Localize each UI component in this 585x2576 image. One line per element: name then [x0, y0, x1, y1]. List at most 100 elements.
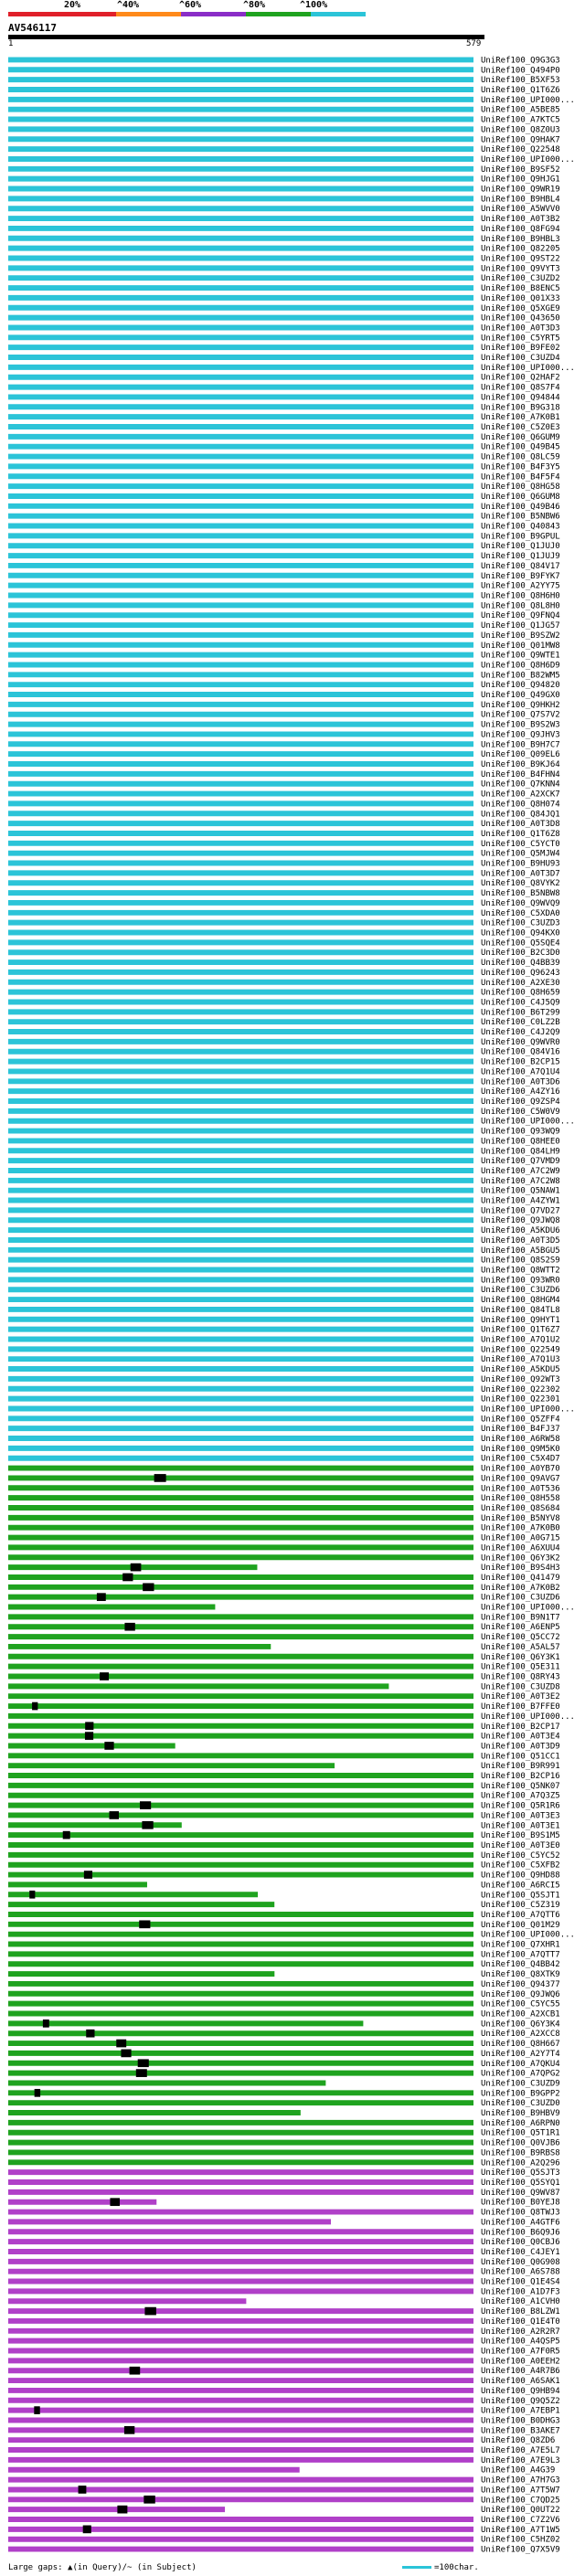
hit-row[interactable]: UniRef100_B9S1M5 [8, 1830, 560, 1840]
hit-row[interactable]: UniRef100_Q9WV87 [8, 2189, 560, 2198]
hit-label[interactable]: UniRef100_A0G715 [481, 1534, 560, 1543]
hit-label[interactable]: UniRef100_Q49B45 [481, 443, 560, 452]
hit-label[interactable]: UniRef100_A2XCC8 [481, 2030, 560, 2039]
hit-label[interactable]: UniRef100_B9H7C7 [481, 740, 560, 749]
hit-row[interactable]: UniRef100_B9G318 [8, 403, 560, 412]
hit-row[interactable]: UniRef100_Q01X33 [8, 294, 560, 303]
hit-label[interactable]: UniRef100_Q5T1R1 [481, 2129, 560, 2138]
hit-row[interactable]: UniRef100_C5YRT5 [8, 334, 560, 343]
hit-label[interactable]: UniRef100_A0T3E2 [481, 1692, 560, 1701]
hit-label[interactable]: UniRef100_B4FJ37 [481, 1425, 560, 1434]
hit-label[interactable]: UniRef100_Q22549 [481, 1345, 560, 1354]
hit-row[interactable]: UniRef100_Q0UT22 [8, 2505, 560, 2515]
hit-label[interactable]: UniRef100_Q5SJT3 [481, 2168, 560, 2178]
hit-label[interactable]: UniRef100_Q8VYK2 [481, 879, 560, 888]
hit-row[interactable]: UniRef100_Q49B45 [8, 443, 560, 452]
hit-label[interactable]: UniRef100_A5KDU5 [481, 1365, 560, 1374]
hit-row[interactable]: UniRef100_A5BE85 [8, 106, 560, 115]
hit-row[interactable]: UniRef100_A2XCB1 [8, 2010, 560, 2019]
hit-label[interactable]: UniRef100_Q43650 [481, 314, 560, 323]
hit-row[interactable]: UniRef100_A7T1W5 [8, 2525, 560, 2535]
hit-label[interactable]: UniRef100_Q1JUJ0 [481, 542, 560, 551]
hit-label[interactable]: UniRef100_A7K0B1 [481, 413, 560, 422]
hit-row[interactable]: UniRef100_Q9JWQ6 [8, 1990, 560, 1999]
hit-row[interactable]: UniRef100_B0DHG3 [8, 2416, 560, 2425]
hit-row[interactable]: UniRef100_B9KJ64 [8, 760, 560, 769]
hit-label[interactable]: UniRef100_A7Q3Z5 [481, 1792, 560, 1801]
hit-label[interactable]: UniRef100_C3UZD6 [481, 1594, 560, 1603]
hit-row[interactable]: UniRef100_Q7VD27 [8, 1206, 560, 1215]
hit-row[interactable]: UniRef100_Q43650 [8, 314, 560, 323]
hit-label[interactable]: UniRef100_Q1T6Z6 [481, 86, 560, 95]
hit-label[interactable]: UniRef100_Q8WTT2 [481, 1267, 560, 1276]
hit-row[interactable]: UniRef100_A0T3D5 [8, 1236, 560, 1246]
hit-label[interactable]: UniRef100_UPI000... [481, 96, 575, 105]
hit-row[interactable]: UniRef100_C3UZD0 [8, 2099, 560, 2108]
hit-label[interactable]: UniRef100_Q4BB39 [481, 959, 560, 968]
hit-row[interactable]: UniRef100_Q5SJT3 [8, 2168, 560, 2178]
hit-row[interactable]: UniRef100_A2YY75 [8, 582, 560, 591]
hit-label[interactable]: UniRef100_A0T3B2 [481, 215, 560, 224]
hit-row[interactable]: UniRef100_Q92WT3 [8, 1375, 560, 1384]
hit-label[interactable]: UniRef100_B9G318 [481, 403, 560, 412]
hit-row[interactable]: UniRef100_Q5CC72 [8, 1633, 560, 1642]
hit-row[interactable]: UniRef100_Q84JQ1 [8, 810, 560, 819]
hit-label[interactable]: UniRef100_C3UZD9 [481, 2079, 560, 2088]
hit-label[interactable]: UniRef100_Q8HEE0 [481, 1137, 560, 1146]
hit-row[interactable]: UniRef100_A2Y7T4 [8, 2049, 560, 2059]
hit-label[interactable]: UniRef100_Q9G3G3 [481, 56, 560, 65]
hit-row[interactable]: UniRef100_B3AKE7 [8, 2425, 560, 2435]
hit-row[interactable]: UniRef100_Q5T1R1 [8, 2129, 560, 2138]
hit-row[interactable]: UniRef100_Q7S7V2 [8, 711, 560, 720]
hit-row[interactable]: UniRef100_Q7KNN4 [8, 780, 560, 790]
hit-row[interactable]: UniRef100_A4ZYW1 [8, 1197, 560, 1206]
hit-label[interactable]: UniRef100_A7EBP1 [481, 2407, 560, 2416]
hit-row[interactable]: UniRef100_Q6GUM8 [8, 493, 560, 502]
hit-row[interactable]: UniRef100_A6RCI5 [8, 1881, 560, 1890]
hit-label[interactable]: UniRef100_Q494P0 [481, 66, 560, 75]
hit-row[interactable]: UniRef100_Q9ZSP4 [8, 1097, 560, 1107]
hit-label[interactable]: UniRef100_A6RPN0 [481, 2119, 560, 2128]
hit-label[interactable]: UniRef100_B4F5F4 [481, 472, 560, 482]
hit-label[interactable]: UniRef100_A7K0B0 [481, 1524, 560, 1533]
hit-row[interactable]: UniRef100_A0EEH2 [8, 2357, 560, 2366]
hit-row[interactable]: UniRef100_Q96243 [8, 969, 560, 978]
hit-row[interactable]: UniRef100_C5XFB2 [8, 1861, 560, 1871]
hit-row[interactable]: UniRef100_B9HBV9 [8, 2109, 560, 2118]
hit-label[interactable]: UniRef100_A1CVH0 [481, 2297, 560, 2306]
hit-label[interactable]: UniRef100_A0T3D3 [481, 323, 560, 333]
hit-row[interactable]: UniRef100_B2CP15 [8, 1058, 560, 1067]
hit-row[interactable]: UniRef100_A0T3D8 [8, 820, 560, 829]
hit-label[interactable]: UniRef100_Q0G908 [481, 2258, 560, 2267]
hit-row[interactable]: UniRef100_C3UZD3 [8, 919, 560, 928]
hit-row[interactable]: UniRef100_A0T3E0 [8, 1841, 560, 1850]
hit-label[interactable]: UniRef100_Q93WR0 [481, 1276, 560, 1285]
hit-row[interactable]: UniRef100_A5WVV0 [8, 205, 560, 214]
hit-row[interactable]: UniRef100_A7KTC5 [8, 116, 560, 125]
hit-row[interactable]: UniRef100_A0T3E4 [8, 1732, 560, 1742]
hit-row[interactable]: UniRef100_B9R991 [8, 1762, 560, 1771]
hit-row[interactable]: UniRef100_Q1JG57 [8, 621, 560, 631]
hit-label[interactable]: UniRef100_Q6GUM9 [481, 433, 560, 442]
hit-label[interactable]: UniRef100_Q1JG57 [481, 621, 560, 631]
hit-row[interactable]: UniRef100_UPI000... [8, 1931, 575, 1940]
hit-label[interactable]: UniRef100_Q8L8H0 [481, 601, 560, 610]
hit-row[interactable]: UniRef100_Q8XTK9 [8, 1970, 560, 1979]
hit-label[interactable]: UniRef100_Q9WR19 [481, 186, 560, 195]
hit-row[interactable]: UniRef100_Q84V17 [8, 562, 560, 571]
hit-label[interactable]: UniRef100_Q2HAF2 [481, 374, 560, 383]
hit-row[interactable]: UniRef100_Q8WTT2 [8, 1267, 560, 1276]
hit-row[interactable]: UniRef100_A7QPG2 [8, 2069, 560, 2079]
hit-label[interactable]: UniRef100_C3UZD4 [481, 354, 560, 363]
hit-label[interactable]: UniRef100_Q84TL8 [481, 1306, 560, 1315]
hit-row[interactable]: UniRef100_A4QSP5 [8, 2337, 560, 2347]
hit-label[interactable]: UniRef100_A0T3E1 [481, 1821, 560, 1830]
hit-label[interactable]: UniRef100_Q8H6D9 [481, 661, 560, 670]
hit-row[interactable]: UniRef100_A5AL57 [8, 1643, 560, 1652]
hit-label[interactable]: UniRef100_Q0VJB6 [481, 2139, 560, 2148]
hit-label[interactable]: UniRef100_A7C2W9 [481, 1167, 560, 1176]
hit-label[interactable]: UniRef100_B9S4H3 [481, 1564, 560, 1573]
hit-row[interactable]: UniRef100_Q9FNQ4 [8, 611, 560, 620]
hit-label[interactable]: UniRef100_B9S2W3 [481, 721, 560, 730]
hit-row[interactable]: UniRef100_Q8TWJ3 [8, 2209, 560, 2218]
